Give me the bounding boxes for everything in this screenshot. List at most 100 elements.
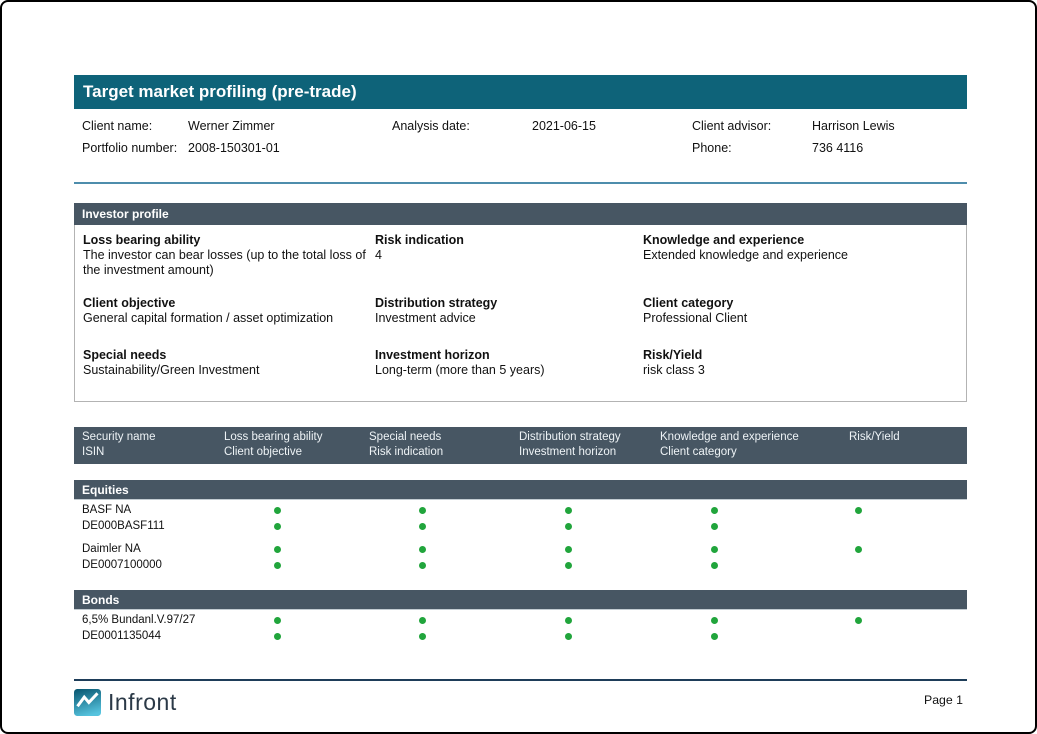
field-risk-yield: Risk/Yield risk class 3 [643,347,966,378]
field-label: Knowledge and experience [643,232,966,248]
field-label: Distribution strategy [375,295,643,311]
report-page: Target market profiling (pre-trade) Clie… [0,0,1037,734]
matrix-header-row-1: Security name Loss bearing ability Speci… [74,431,967,446]
investor-profile-box: Loss bearing ability The investor can be… [74,225,967,402]
field-distribution-strategy: Distribution strategy Investment advice [375,295,643,326]
field-value: Long-term (more than 5 years) [375,363,643,378]
field-knowledge-experience: Knowledge and experience Extended knowle… [643,232,966,278]
field-label: Special needs [83,347,375,363]
page-number: Page 1 [924,693,963,707]
match-dot [419,633,426,640]
match-dot [274,546,281,553]
investor-profile-header: Investor profile [74,203,967,225]
match-dot [274,507,281,514]
match-dot [855,546,862,553]
match-dot [855,617,862,624]
security-isin-line: DE0001135044 [74,629,967,645]
client-name-label: Client name: [82,119,188,133]
field-special-needs: Special needs Sustainability/Green Inves… [83,347,375,378]
match-dot [419,562,426,569]
security-name-line: BASF NA [74,503,967,519]
investor-profile-row: Loss bearing ability The investor can be… [75,232,966,278]
matrix-header-row-2: ISIN Client objective Risk indication In… [74,446,967,461]
col-investment-horizon: Investment horizon [519,446,616,458]
analysis-date-value: 2021-06-15 [532,119,692,133]
client-info: Client name: Werner Zimmer Analysis date… [74,115,967,159]
phone-value: 736 4116 [812,141,967,155]
brand-logo: Infront [74,689,177,716]
match-dot [855,507,862,514]
brand-name: Infront [108,689,177,716]
group-header-bonds: Bonds [74,590,967,610]
match-dot [565,507,572,514]
header-divider [74,182,967,184]
field-client-objective: Client objective General capital formati… [83,295,375,326]
match-dot [419,546,426,553]
phone-label: Phone: [692,141,812,155]
client-advisor-label: Client advisor: [692,119,812,133]
col-risk-indication: Risk indication [369,446,443,458]
footer-divider [74,679,967,681]
match-dot [565,617,572,624]
field-value: Extended knowledge and experience [643,248,933,263]
field-value: Sustainability/Green Investment [83,363,373,378]
security-isin: DE000BASF111 [82,520,165,532]
col-security-name: Security name [82,431,156,443]
field-label: Loss bearing ability [83,232,375,248]
investor-profile-row: Client objective General capital formati… [75,295,966,326]
field-risk-indication: Risk indication 4 [375,232,643,278]
match-dot [274,633,281,640]
col-loss-bearing-ability: Loss bearing ability [224,431,322,443]
match-dot [274,523,281,530]
field-value: risk class 3 [643,363,933,378]
col-distribution-strategy: Distribution strategy [519,431,621,443]
field-loss-bearing-ability: Loss bearing ability The investor can be… [83,232,375,278]
field-label: Investment horizon [375,347,643,363]
security-name: BASF NA [82,504,131,516]
field-value: 4 [375,248,643,263]
field-value: General capital formation / asset optimi… [83,311,373,326]
match-dot [711,562,718,569]
security-row-bund: 6,5% Bundanl.V.97/27 DE0001135044 [74,613,967,644]
group-title: Bonds [82,593,119,607]
security-isin-line: DE000BASF111 [74,519,967,535]
match-dot [274,617,281,624]
security-name: 6,5% Bundanl.V.97/27 [82,614,195,626]
match-dot [419,617,426,624]
match-dot [565,546,572,553]
infront-logo-icon [74,689,101,716]
client-info-row: Client name: Werner Zimmer Analysis date… [74,115,967,137]
investor-profile-title: Investor profile [82,207,169,221]
field-label: Client category [643,295,966,311]
col-knowledge-experience: Knowledge and experience [660,431,799,443]
client-info-row: Portfolio number: 2008-150301-01 Phone: … [74,137,967,159]
client-advisor-value: Harrison Lewis [812,119,967,133]
investor-profile-row: Special needs Sustainability/Green Inves… [75,347,966,378]
match-dot [711,633,718,640]
security-isin: DE0001135044 [82,630,161,642]
security-isin: DE0007100000 [82,559,162,571]
match-dot [274,562,281,569]
portfolio-number-label: Portfolio number: [82,141,188,155]
match-dot [711,507,718,514]
client-name-value: Werner Zimmer [188,119,392,133]
match-dot [711,546,718,553]
match-dot [711,617,718,624]
security-row-daimler: Daimler NA DE0007100000 [74,542,967,573]
security-name: Daimler NA [82,543,141,555]
report-title-bar: Target market profiling (pre-trade) [74,75,967,109]
field-label: Client objective [83,295,375,311]
security-isin-line: DE0007100000 [74,558,967,574]
group-title: Equities [82,483,129,497]
match-dot [419,523,426,530]
match-dot [565,523,572,530]
security-row-basf: BASF NA DE000BASF111 [74,503,967,534]
field-value: Professional Client [643,311,933,326]
match-dot [565,633,572,640]
analysis-date-label: Analysis date: [392,119,532,133]
match-dot [419,507,426,514]
investor-profile-section: Investor profile Loss bearing ability Th… [74,203,967,402]
field-client-category: Client category Professional Client [643,295,966,326]
col-client-objective: Client objective [224,446,302,458]
portfolio-number-value: 2008-150301-01 [188,141,392,155]
